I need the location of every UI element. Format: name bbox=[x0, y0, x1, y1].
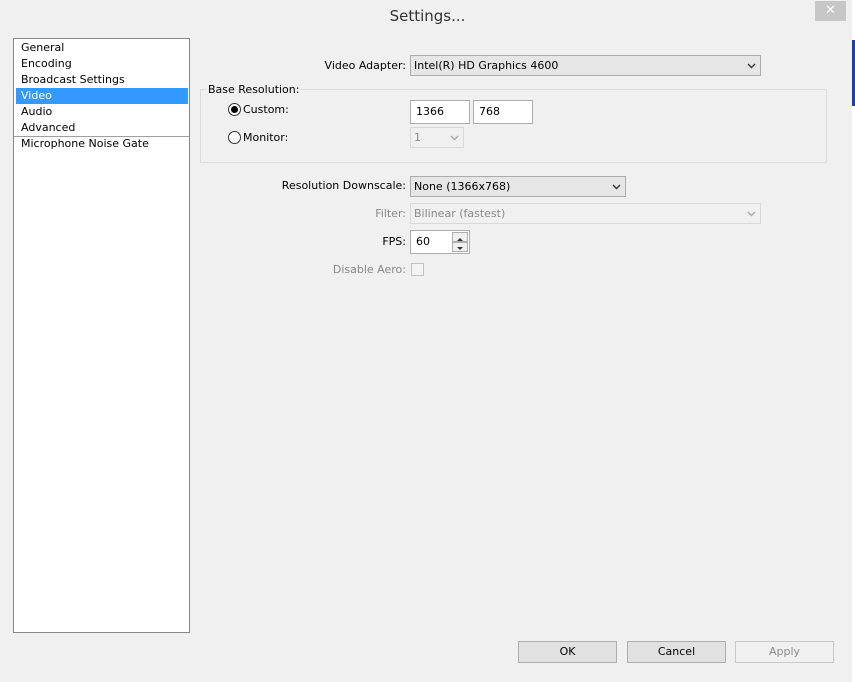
cancel-button[interactable]: Cancel bbox=[627, 641, 726, 663]
video-adapter-label: Video Adapter: bbox=[324, 59, 406, 72]
title-bar: Settings... ✕ bbox=[0, 0, 855, 30]
window-title: Settings... bbox=[389, 7, 466, 25]
resolution-downscale-label: Resolution Downscale: bbox=[281, 179, 406, 192]
base-resolution-label: Base Resolution: bbox=[206, 83, 302, 97]
custom-radio[interactable] bbox=[228, 103, 241, 116]
close-icon: ✕ bbox=[825, 3, 836, 18]
spin-down-icon bbox=[457, 247, 463, 250]
custom-height-input[interactable]: 768 bbox=[473, 100, 533, 124]
fps-label: FPS: bbox=[382, 235, 406, 248]
fps-spinner[interactable] bbox=[452, 232, 468, 252]
monitor-select[interactable]: 1 bbox=[410, 127, 464, 148]
monitor-radio[interactable] bbox=[228, 131, 241, 144]
resolution-downscale-select[interactable]: None (1366x768) bbox=[410, 176, 626, 197]
disable-aero-checkbox[interactable] bbox=[411, 263, 424, 276]
settings-category-list[interactable]: General Encoding Broadcast Settings Vide… bbox=[13, 38, 190, 633]
filter-select[interactable]: Bilinear (fastest) bbox=[410, 203, 761, 224]
resolution-downscale-value: None (1366x768) bbox=[414, 180, 511, 193]
sidebar-item-encoding[interactable]: Encoding bbox=[16, 56, 188, 72]
video-adapter-select[interactable]: Intel(R) HD Graphics 4600 bbox=[410, 55, 761, 76]
monitor-value: 1 bbox=[414, 131, 421, 144]
custom-label[interactable]: Custom: bbox=[243, 103, 289, 116]
fps-up-button[interactable] bbox=[452, 232, 468, 242]
chevron-down-icon bbox=[747, 211, 756, 217]
monitor-label[interactable]: Monitor: bbox=[243, 131, 288, 144]
sidebar-item-audio[interactable]: Audio bbox=[16, 104, 188, 120]
sidebar-item-advanced[interactable]: Advanced bbox=[16, 120, 188, 136]
close-button[interactable]: ✕ bbox=[815, 1, 846, 21]
sidebar-item-general[interactable]: General bbox=[16, 40, 188, 56]
sidebar-item-broadcast-settings[interactable]: Broadcast Settings bbox=[16, 72, 188, 88]
ok-button[interactable]: OK bbox=[518, 641, 617, 663]
filter-label: Filter: bbox=[375, 207, 406, 220]
apply-button[interactable]: Apply bbox=[735, 641, 834, 663]
chevron-down-icon bbox=[747, 63, 756, 69]
chevron-down-icon bbox=[450, 135, 459, 141]
sidebar-item-microphone-noise-gate[interactable]: Microphone Noise Gate bbox=[16, 136, 188, 152]
fps-down-button[interactable] bbox=[452, 242, 468, 252]
disable-aero-label: Disable Aero: bbox=[332, 263, 406, 276]
filter-value: Bilinear (fastest) bbox=[414, 207, 506, 220]
sidebar-item-video[interactable]: Video bbox=[16, 88, 188, 104]
chevron-down-icon bbox=[612, 184, 621, 190]
custom-width-input[interactable]: 1366 bbox=[410, 100, 470, 124]
video-adapter-value: Intel(R) HD Graphics 4600 bbox=[414, 59, 559, 72]
